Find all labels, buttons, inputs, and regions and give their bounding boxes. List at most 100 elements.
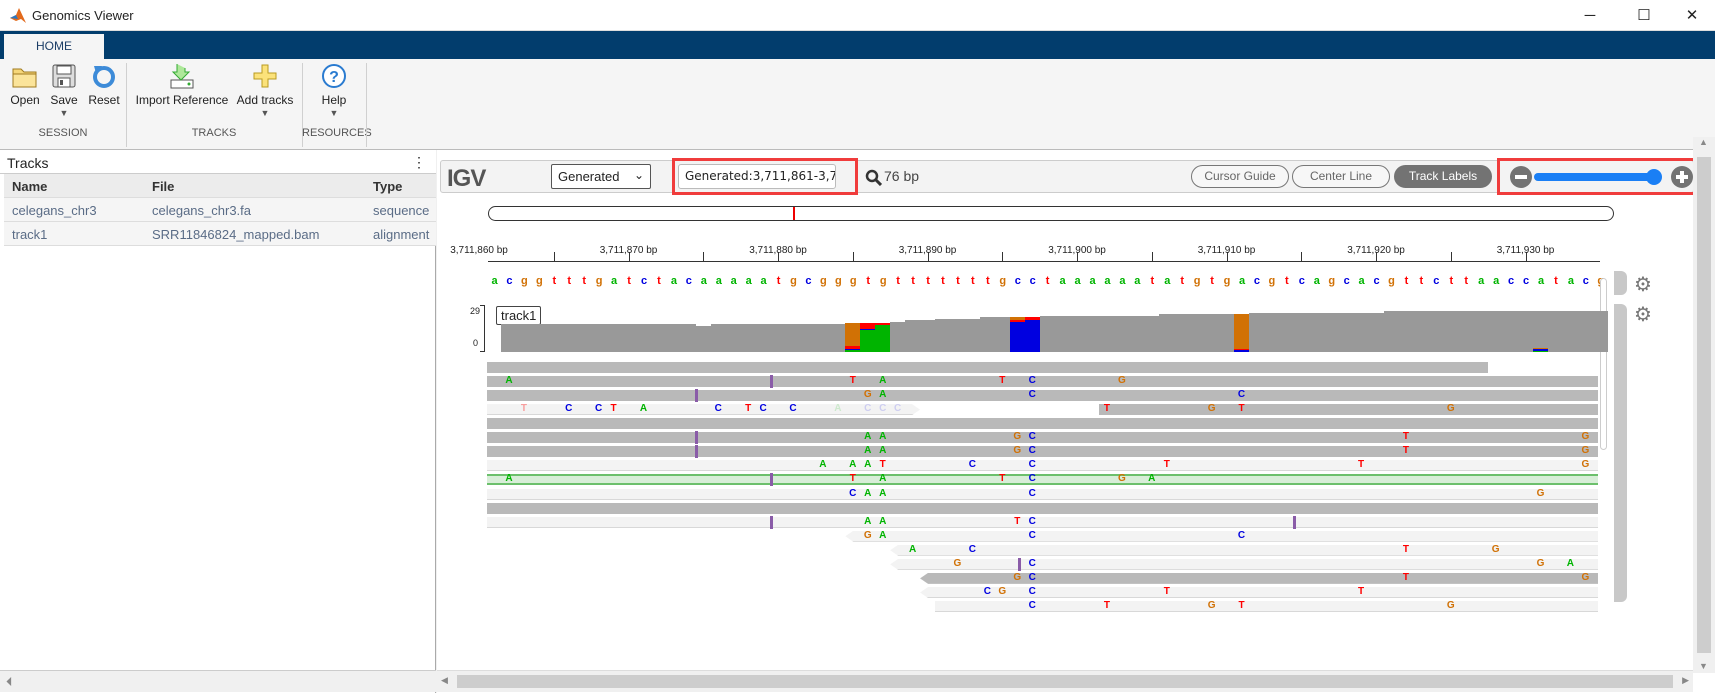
insertion-marker[interactable] <box>694 431 698 445</box>
alignment-read[interactable] <box>486 502 1598 514</box>
tracks-panel-title: Tracks <box>7 155 49 171</box>
insertion-marker[interactable] <box>694 389 698 403</box>
alignment-read[interactable] <box>486 446 1598 458</box>
zoom-slider-track[interactable] <box>1534 173 1654 181</box>
zoom-out-icon[interactable] <box>1510 166 1532 188</box>
scroll-down-arrow-icon[interactable]: ▼ <box>1699 661 1708 671</box>
scrollbar-thumb[interactable] <box>1697 157 1711 653</box>
mismatch-base: A <box>819 459 827 471</box>
coverage-bar <box>1159 314 1175 352</box>
mismatch-base: T <box>1402 543 1409 555</box>
import-reference-button[interactable]: Import Reference <box>132 63 232 107</box>
alignment-read[interactable] <box>486 376 1598 388</box>
ruler-tick-label: 3,711,890 bp <box>898 245 957 256</box>
alignment-read[interactable] <box>486 432 1598 444</box>
save-button[interactable]: Save ▼ <box>46 63 82 118</box>
scrollbar-thumb[interactable] <box>457 675 1673 688</box>
maximize-button[interactable]: ☐ <box>1624 4 1664 28</box>
gear-icon[interactable]: ⚙ <box>1634 302 1652 327</box>
mismatch-base: C <box>968 459 976 471</box>
coverage-mismatch-bar <box>1234 350 1249 352</box>
add-tracks-dropdown-caret[interactable]: ▼ <box>234 108 296 118</box>
vertical-scrollbar[interactable]: ▲ ▼ <box>1693 137 1715 673</box>
alignment-read[interactable] <box>1099 404 1598 416</box>
insertion-marker[interactable] <box>1292 515 1296 529</box>
coverage-bar <box>1547 311 1564 352</box>
scroll-right-arrow-icon[interactable]: ▶ <box>1682 675 1689 686</box>
center-line-button[interactable]: Center Line <box>1292 165 1390 188</box>
horizontal-scrollbar[interactable]: ◀ ▶ <box>437 670 1693 692</box>
alignment-read[interactable] <box>845 530 1598 542</box>
mismatch-base: T <box>1358 585 1365 597</box>
mismatch-base: G <box>1207 403 1216 415</box>
ruler-tick <box>1151 252 1153 261</box>
sequence-track-handle[interactable] <box>1614 271 1627 295</box>
close-button[interactable]: ✕ <box>1672 4 1712 28</box>
sequence-base: a <box>1313 275 1320 287</box>
cursor-guide-button[interactable]: Cursor Guide <box>1191 165 1289 188</box>
column-header-file[interactable]: File <box>152 179 174 194</box>
alignment-read[interactable] <box>486 460 711 472</box>
insertion-marker[interactable] <box>694 445 698 459</box>
insertion-marker[interactable] <box>1017 557 1021 571</box>
alignment-read[interactable] <box>486 362 1489 373</box>
scroll-up-arrow-icon[interactable]: ▲ <box>1699 137 1708 147</box>
alignment-read[interactable] <box>920 586 1598 598</box>
scroll-left-arrow-icon[interactable]: ⏴ <box>6 674 13 690</box>
alignment-read[interactable] <box>1033 460 1598 472</box>
zoom-in-icon[interactable] <box>1671 166 1693 188</box>
alignment-read[interactable] <box>486 516 1598 528</box>
ruler-tick <box>703 252 705 261</box>
alignment-read[interactable] <box>890 558 1598 570</box>
alignment-read[interactable] <box>487 404 921 415</box>
group-label-tracks: TRACKS <box>191 127 237 139</box>
insertion-marker[interactable] <box>769 515 773 529</box>
mismatch-base: T <box>1014 515 1021 527</box>
coverage-bar <box>979 317 996 352</box>
sequence-base: t <box>552 275 557 287</box>
alignment-read[interactable] <box>486 418 1598 430</box>
mismatch-base: C <box>983 585 991 597</box>
table-row[interactable]: celegans_chr3 celegans_chr3.fa sequence <box>4 198 436 222</box>
alignment-track-handle[interactable] <box>1614 304 1627 602</box>
sequence-base: a <box>1134 275 1141 287</box>
scroll-left-arrow-icon[interactable]: ◀ <box>441 675 448 686</box>
insertion-marker[interactable] <box>769 473 773 487</box>
insertion-marker[interactable] <box>769 375 773 389</box>
track-name: track1 <box>12 227 48 242</box>
save-dropdown-caret[interactable]: ▼ <box>46 108 82 118</box>
coverage-bar <box>1144 315 1160 352</box>
coverage-bar <box>905 320 921 352</box>
alignment-read[interactable] <box>486 488 1598 500</box>
gear-icon[interactable]: ⚙ <box>1634 272 1652 297</box>
locus-input[interactable]: Generated:3,711,861-3,711,936 <box>678 164 836 189</box>
alignment-read[interactable] <box>486 390 1598 402</box>
mismatch-base: T <box>849 473 856 485</box>
alignment-read[interactable] <box>486 474 1598 486</box>
column-header-type[interactable]: Type <box>373 179 402 194</box>
coverage-bar <box>1293 312 1310 352</box>
sequence-base: c <box>1373 275 1380 287</box>
column-header-name[interactable]: Name <box>12 179 47 194</box>
track-labels-button[interactable]: Track Labels <box>1394 165 1492 188</box>
help-button[interactable]: ? Help ▼ <box>310 63 358 118</box>
coverage-bar <box>1518 311 1534 352</box>
zoom-slider-thumb[interactable] <box>1646 169 1662 185</box>
chromosome-select[interactable]: Generated ⌄ <box>551 164 651 189</box>
sequence-base: c <box>1433 275 1440 287</box>
table-row[interactable]: track1 SRR11846824_mapped.bam alignment <box>4 222 436 246</box>
chromosome-ideogram[interactable] <box>488 206 1614 221</box>
panel-menu-icon[interactable]: ⋮ <box>412 154 426 171</box>
help-dropdown-caret[interactable]: ▼ <box>310 108 358 118</box>
coverage-bar <box>1278 312 1295 352</box>
open-button[interactable]: Open <box>6 63 44 107</box>
tab-home[interactable]: HOME <box>4 34 104 59</box>
horizontal-scrollbar[interactable]: ⏴ <box>0 670 436 692</box>
search-icon[interactable] <box>865 169 882 186</box>
add-tracks-button[interactable]: Add tracks ▼ <box>234 63 296 118</box>
alignment-track-scrollbar[interactable] <box>1600 278 1607 450</box>
reset-button[interactable]: Reset <box>84 63 124 107</box>
chromosome-value: Generated <box>558 169 620 184</box>
minimize-button[interactable]: ─ <box>1570 4 1610 28</box>
mismatch-base: A <box>879 529 887 541</box>
